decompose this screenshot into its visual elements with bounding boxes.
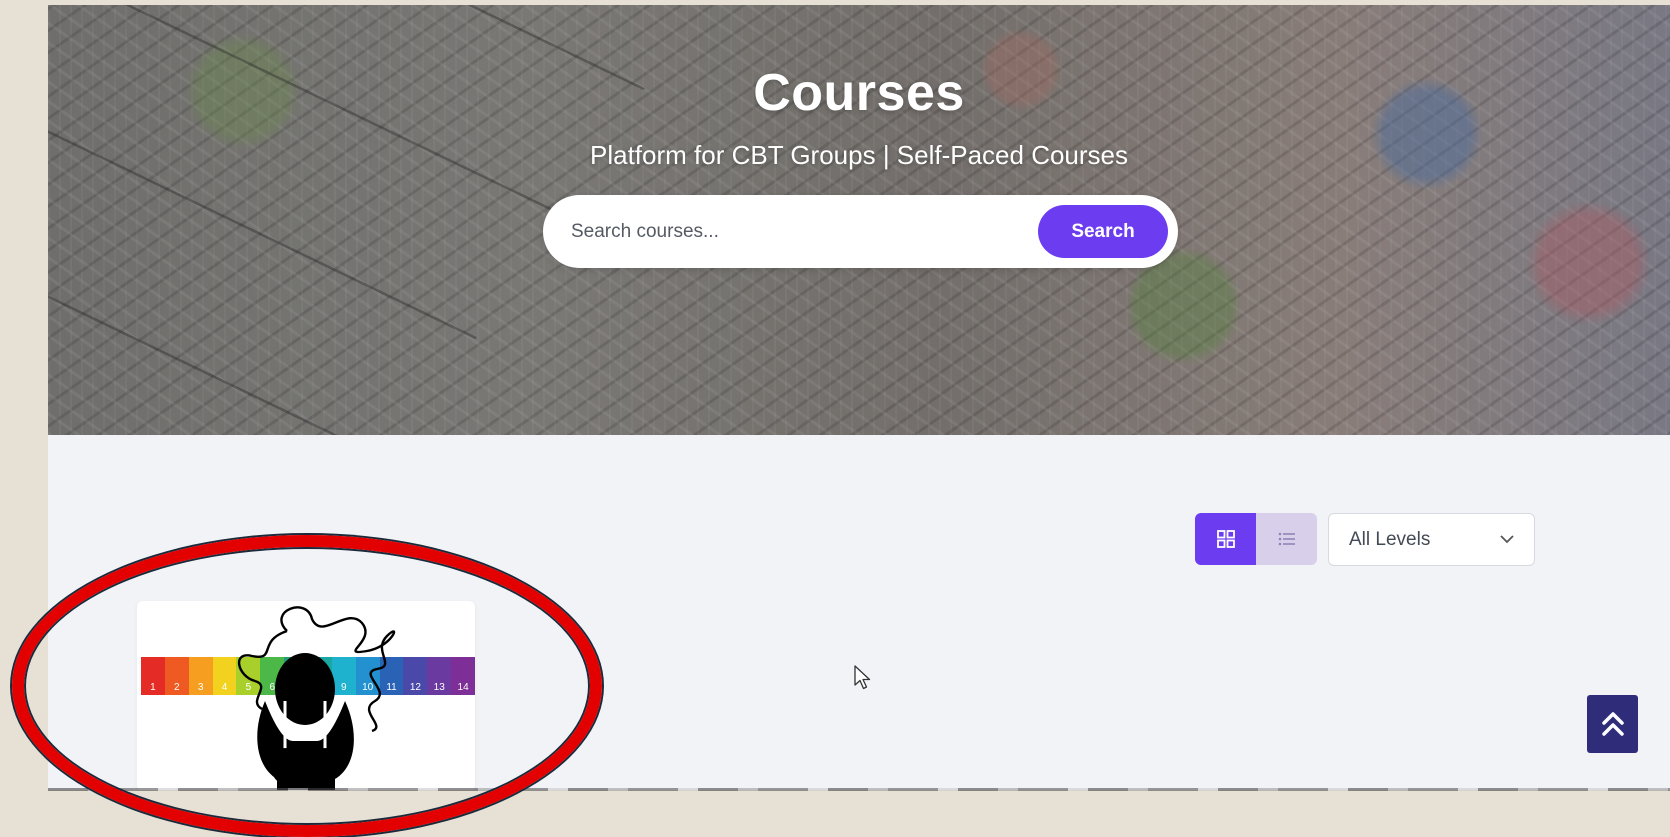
grid-icon: [1216, 530, 1235, 548]
grid-view-button[interactable]: [1195, 513, 1256, 565]
list-icon: [1278, 532, 1295, 546]
level-filter-select[interactable]: All Levels: [1328, 513, 1535, 566]
chevron-down-icon: [1500, 535, 1514, 544]
back-to-top-button[interactable]: [1587, 695, 1638, 753]
search-button[interactable]: Search: [1038, 205, 1168, 258]
course-card[interactable]: 1 2 3 4 5 6 7 8 9 10 11 12 13 14: [137, 601, 475, 790]
list-view-button[interactable]: [1256, 513, 1317, 565]
anxious-person-illustration: [237, 606, 396, 790]
mouse-cursor-icon: [854, 665, 871, 690]
view-toggle: [1195, 513, 1317, 565]
page-subtitle: Platform for CBT Groups | Self-Paced Cou…: [589, 140, 1129, 170]
level-filter-value: All Levels: [1349, 528, 1431, 550]
hero-banner: Courses Platform for CBT Groups | Self-P…: [48, 5, 1670, 435]
double-chevron-up-icon: [1601, 712, 1624, 736]
search-bar: Search: [543, 195, 1178, 268]
content-strip: [48, 788, 1670, 791]
search-input[interactable]: [571, 213, 1011, 251]
page-title: Courses: [753, 64, 965, 122]
